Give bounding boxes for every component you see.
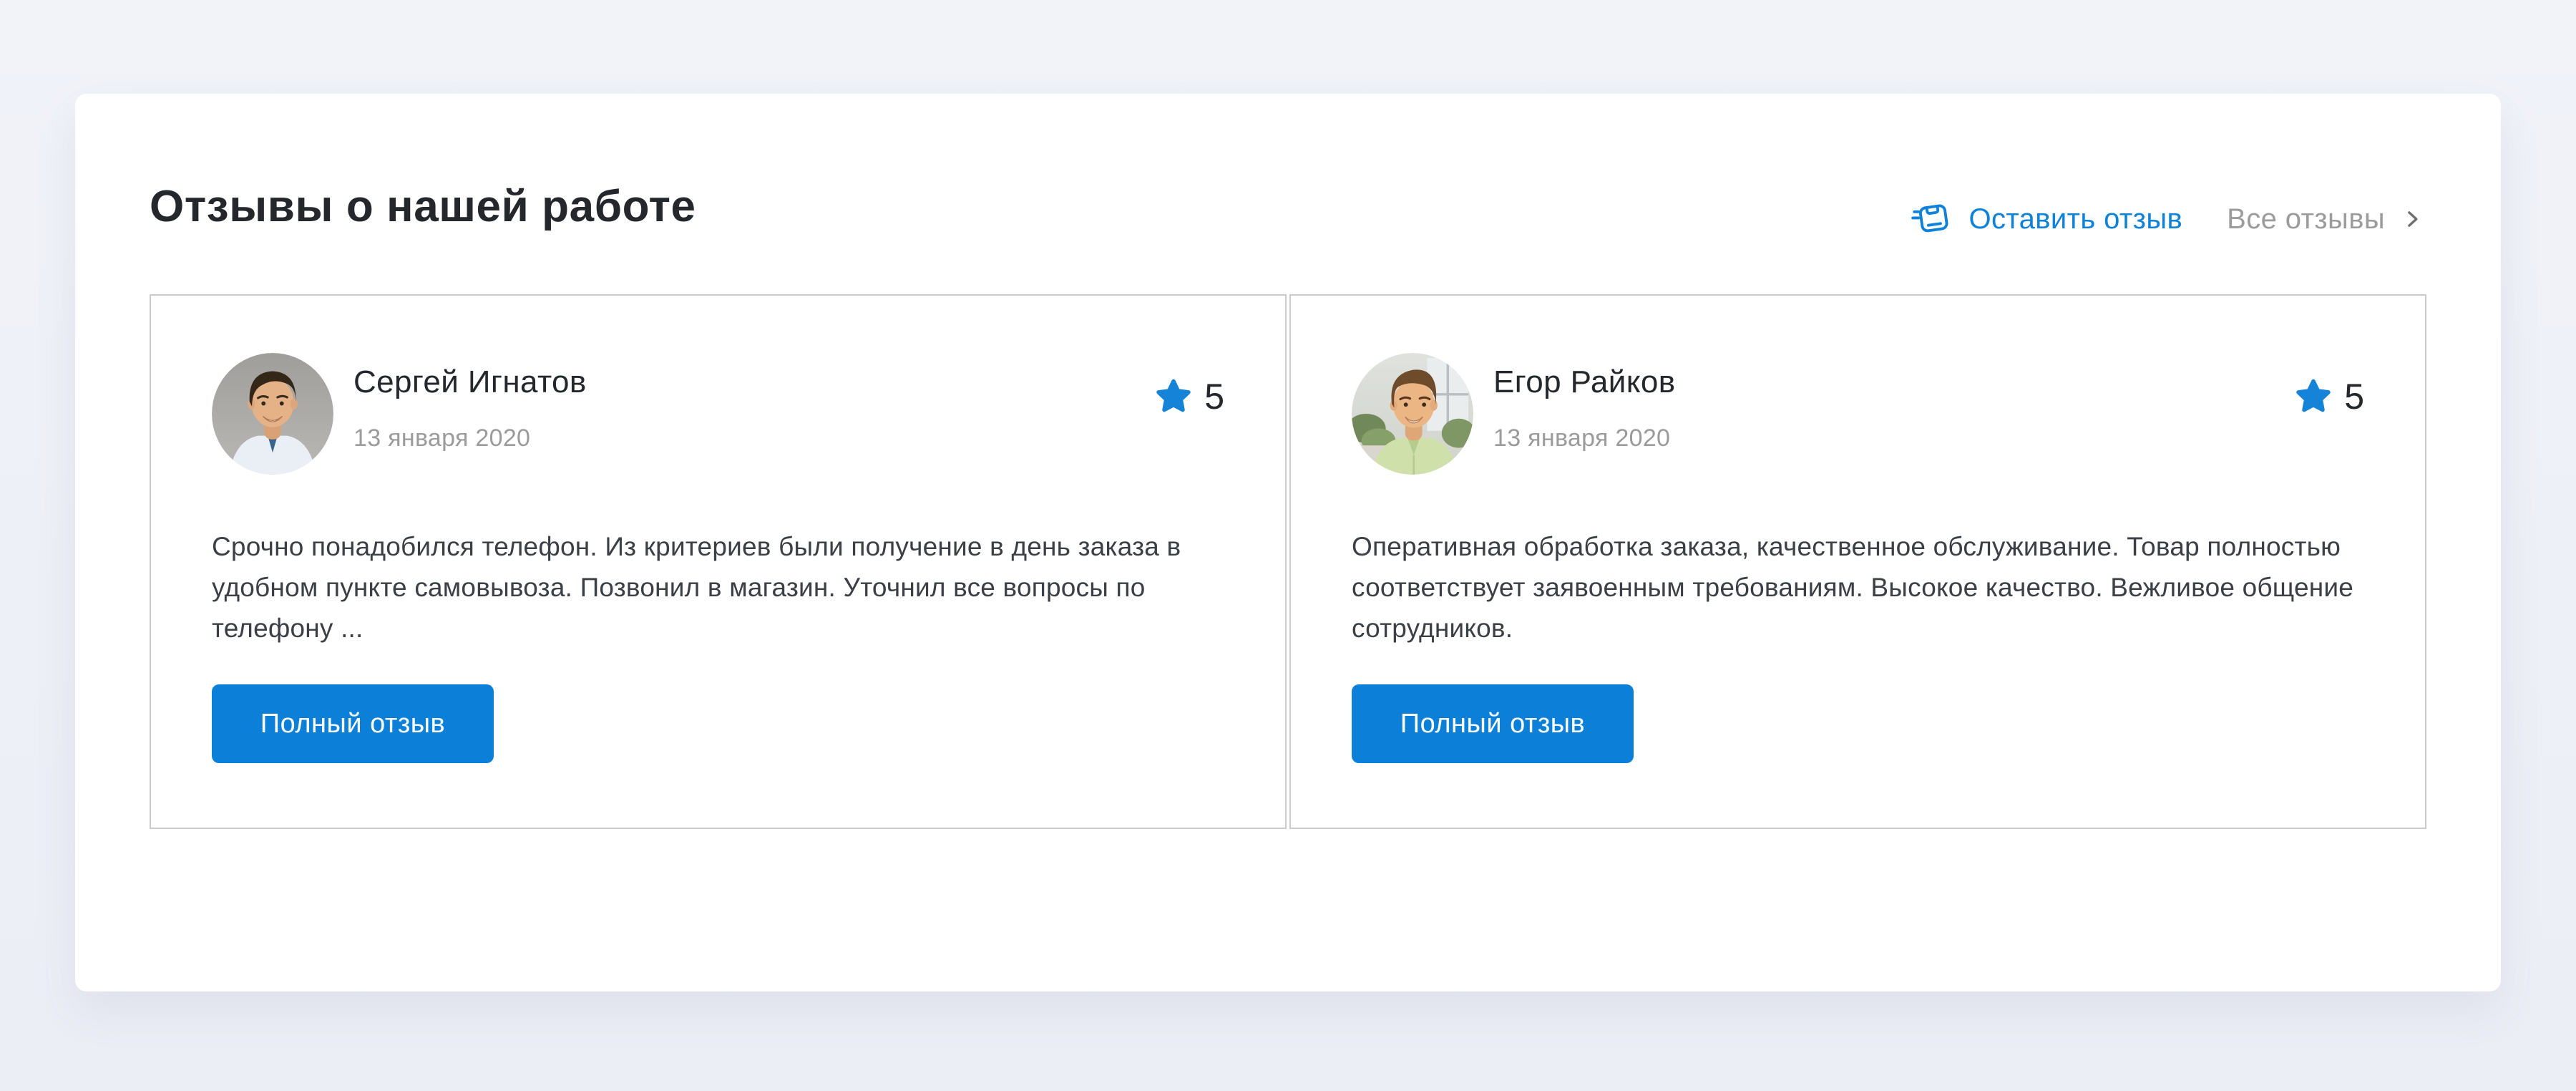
review-card-head: Егор Райков 13 января 2020 5 — [1352, 353, 2364, 475]
review-date: 13 января 2020 — [1493, 425, 1676, 452]
chevron-right-icon — [2385, 205, 2426, 233]
star-icon — [2294, 377, 2333, 416]
avatar — [1352, 353, 1473, 475]
reviews-panel: Отзывы о нашей работе — [75, 94, 2501, 991]
rating: 5 — [1154, 376, 1224, 417]
leave-review-label: Оставить отзыв — [1968, 203, 2182, 236]
panel-header: Отзывы о нашей работе — [150, 94, 2426, 230]
full-review-button[interactable]: Полный отзыв — [212, 684, 494, 763]
rating-value: 5 — [2344, 376, 2364, 417]
rating: 5 — [2294, 376, 2364, 417]
review-text: Оперативная обработка заказа, качественн… — [1352, 526, 2364, 649]
all-reviews-label: Все отзывы — [2227, 203, 2385, 236]
avatar — [212, 353, 333, 475]
reviewer-info: Егор Райков 13 января 2020 — [1493, 353, 1676, 452]
review-card-head: Сергей Игнатов 13 января 2020 5 — [212, 353, 1224, 475]
reviewer-name: Сергей Игнатов — [353, 364, 587, 400]
full-review-button[interactable]: Полный отзыв — [1352, 684, 1634, 763]
reviewer-name: Егор Райков — [1493, 364, 1676, 400]
all-reviews-link[interactable]: Все отзывы — [2227, 203, 2426, 236]
review-card: Егор Райков 13 января 2020 5 Оперативная… — [1289, 294, 2426, 829]
review-text: Срочно понадобился телефон. Из критериев… — [212, 526, 1224, 649]
review-card: Сергей Игнатов 13 января 2020 5 Срочно п… — [150, 294, 1287, 829]
rating-value: 5 — [1204, 376, 1224, 417]
star-icon — [1154, 377, 1193, 416]
review-cards: Сергей Игнатов 13 января 2020 5 Срочно п… — [150, 294, 2426, 829]
header-links: Оставить отзыв Все отзывы — [1911, 200, 2426, 238]
leave-review-link[interactable]: Оставить отзыв — [1911, 200, 2182, 238]
review-date: 13 января 2020 — [353, 425, 587, 452]
reviewer-info: Сергей Игнатов 13 января 2020 — [353, 353, 587, 452]
fast-delivery-box-icon — [1911, 200, 1951, 238]
